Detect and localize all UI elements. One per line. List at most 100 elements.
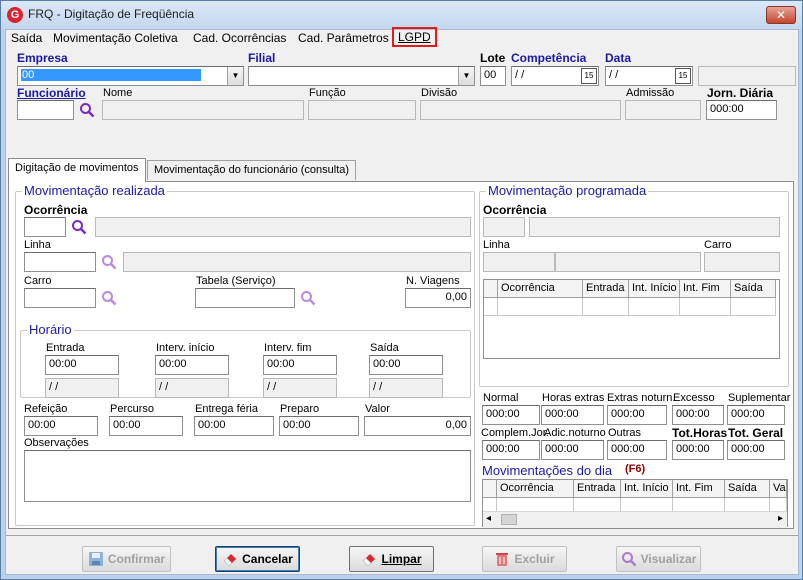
confirmar-button[interactable]: Confirmar bbox=[82, 546, 171, 572]
grid-header[interactable]: Int. Fim bbox=[673, 480, 725, 498]
tabela-input[interactable] bbox=[195, 288, 295, 308]
grid-header[interactable]: Entrada bbox=[583, 280, 629, 298]
empresa-select[interactable]: 00 ▼ bbox=[17, 66, 244, 86]
funcionario-input[interactable] bbox=[17, 100, 74, 120]
menu-lgpd[interactable]: LGPD bbox=[392, 27, 437, 47]
prog-ocorrencia-field bbox=[483, 217, 525, 237]
table-cell[interactable] bbox=[583, 298, 629, 316]
admissao-label: Admissão bbox=[626, 87, 675, 99]
scroll-thumb[interactable] bbox=[501, 514, 517, 525]
entrada-date-field: / / bbox=[45, 378, 119, 398]
lote-input[interactable]: 00 bbox=[480, 66, 506, 86]
entrega-label: Entrega féria bbox=[195, 403, 258, 415]
extras-noturn-label: Extras noturn. bbox=[607, 392, 676, 404]
cancelar-button[interactable]: Cancelar bbox=[215, 546, 300, 572]
search-icon[interactable] bbox=[101, 290, 117, 306]
ocorrencia-input[interactable] bbox=[24, 217, 66, 237]
table-cell[interactable] bbox=[731, 298, 776, 316]
close-button[interactable]: ✕ bbox=[766, 6, 796, 24]
chevron-down-icon[interactable]: ▼ bbox=[458, 67, 474, 85]
adic-noturno-field[interactable]: 000:00 bbox=[541, 440, 604, 460]
competencia-input[interactable]: / / 15 bbox=[511, 66, 599, 86]
tab-digitacao[interactable]: Digitação de movimentos bbox=[8, 158, 146, 182]
main-window: G FRQ - Digitação de Freqüência ✕ Saída … bbox=[0, 0, 803, 580]
complem-field[interactable]: 000:00 bbox=[482, 440, 540, 460]
visualizar-button[interactable]: Visualizar bbox=[616, 546, 701, 572]
scroll-left-icon[interactable]: ◂ bbox=[486, 513, 491, 524]
grid-header[interactable]: Va bbox=[770, 480, 787, 498]
data-input[interactable]: / / 15 bbox=[605, 66, 693, 86]
saida-input[interactable]: 00:00 bbox=[369, 355, 443, 375]
interv-inicio-input[interactable]: 00:00 bbox=[155, 355, 229, 375]
table-cell[interactable] bbox=[629, 298, 680, 316]
calendar-icon[interactable]: 15 bbox=[581, 68, 597, 84]
observacoes-textarea[interactable] bbox=[24, 450, 471, 502]
prog-carro-field bbox=[704, 252, 780, 272]
search-icon[interactable] bbox=[79, 102, 95, 118]
search-icon[interactable] bbox=[300, 290, 316, 306]
grid-header[interactable]: Ocorrência bbox=[498, 280, 583, 298]
funcao-label: Função bbox=[309, 87, 346, 99]
excluir-button[interactable]: Excluir bbox=[482, 546, 567, 572]
valor-input[interactable]: 0,00 bbox=[364, 416, 471, 436]
preparo-input[interactable]: 00:00 bbox=[279, 416, 359, 436]
ocorrencia-desc-field bbox=[95, 217, 471, 237]
entrada-input[interactable]: 00:00 bbox=[45, 355, 119, 375]
limpar-button[interactable]: Limpar bbox=[349, 546, 434, 572]
tot-horas-field[interactable]: 000:00 bbox=[672, 440, 724, 460]
tot-geral-label: Tot. Geral bbox=[728, 426, 784, 440]
refeicao-input[interactable]: 00:00 bbox=[24, 416, 98, 436]
prog-ocorrencia-label: Ocorrência bbox=[483, 203, 547, 217]
calendar-icon[interactable]: 15 bbox=[675, 68, 691, 84]
entrega-input[interactable]: 00:00 bbox=[194, 416, 274, 436]
normal-field[interactable]: 000:00 bbox=[482, 405, 540, 425]
menu-saida[interactable]: Saída bbox=[11, 30, 42, 48]
grid-header[interactable]: Int. Início bbox=[621, 480, 673, 498]
horario-title: Horário bbox=[27, 322, 74, 337]
search-icon[interactable] bbox=[101, 254, 117, 270]
table-cell[interactable] bbox=[498, 298, 583, 316]
grid-header[interactable]: Entrada bbox=[574, 480, 621, 498]
confirmar-label: Confirmar bbox=[107, 552, 166, 566]
horas-extras-label: Horas extras bbox=[542, 392, 605, 404]
chevron-down-icon[interactable]: ▼ bbox=[227, 67, 243, 85]
menu-lgpd-label: LGPD bbox=[398, 30, 431, 44]
menu-cad-ocorrencias[interactable]: Cad. Ocorrências bbox=[193, 30, 286, 48]
table-cell[interactable] bbox=[680, 298, 731, 316]
row-indicator bbox=[484, 298, 498, 316]
tab-consulta[interactable]: Movimentação do funcionário (consulta) bbox=[147, 160, 357, 180]
linha-input[interactable] bbox=[24, 252, 96, 272]
admissao-field bbox=[625, 100, 701, 120]
jorn-diaria-label: Jorn. Diária bbox=[707, 86, 774, 100]
extras-noturn-field[interactable]: 000:00 bbox=[607, 405, 667, 425]
scroll-right-icon[interactable]: ▸ bbox=[778, 513, 783, 524]
carro-input[interactable] bbox=[24, 288, 96, 308]
grid-header[interactable]: Saída bbox=[731, 280, 776, 298]
interv-fim-input[interactable]: 00:00 bbox=[263, 355, 337, 375]
nviagens-input[interactable]: 0,00 bbox=[405, 288, 471, 308]
horas-extras-field[interactable]: 000:00 bbox=[541, 405, 604, 425]
grid-header[interactable]: Saída bbox=[725, 480, 770, 498]
grid-header[interactable]: Ocorrência bbox=[497, 480, 574, 498]
excesso-field[interactable]: 000:00 bbox=[672, 405, 724, 425]
menu-cad-parametros[interactable]: Cad. Parâmetros bbox=[298, 30, 389, 48]
suplementar-field[interactable]: 000:00 bbox=[727, 405, 785, 425]
search-icon[interactable] bbox=[71, 219, 87, 235]
outras-field[interactable]: 000:00 bbox=[607, 440, 667, 460]
tot-geral-field[interactable]: 000:00 bbox=[727, 440, 785, 460]
cancelar-label: Cancelar bbox=[242, 552, 293, 566]
grid-header[interactable]: Int. Início bbox=[629, 280, 680, 298]
dia-title: Movimentações do dia bbox=[482, 463, 613, 478]
nome-field bbox=[102, 100, 304, 120]
dia-horizontal-scrollbar[interactable]: ◂ ▸ bbox=[483, 511, 787, 528]
lote-label: Lote bbox=[480, 51, 506, 65]
menu-movimentacao-coletiva[interactable]: Movimentação Coletiva bbox=[53, 30, 178, 48]
filial-select[interactable]: ▼ bbox=[248, 66, 475, 86]
jorn-diaria-input[interactable]: 000:00 bbox=[706, 100, 777, 120]
grid-header[interactable]: Int. Fim bbox=[680, 280, 731, 298]
percurso-input[interactable]: 00:00 bbox=[109, 416, 183, 436]
title-bar: G FRQ - Digitação de Freqüência ✕ bbox=[1, 1, 802, 29]
excluir-label: Excluir bbox=[514, 552, 555, 566]
programada-grid[interactable]: Ocorrência Entrada Int. Início Int. Fim … bbox=[483, 279, 780, 359]
menu-cad-ocorrencias-label: Cad. Ocorrências bbox=[193, 31, 287, 45]
